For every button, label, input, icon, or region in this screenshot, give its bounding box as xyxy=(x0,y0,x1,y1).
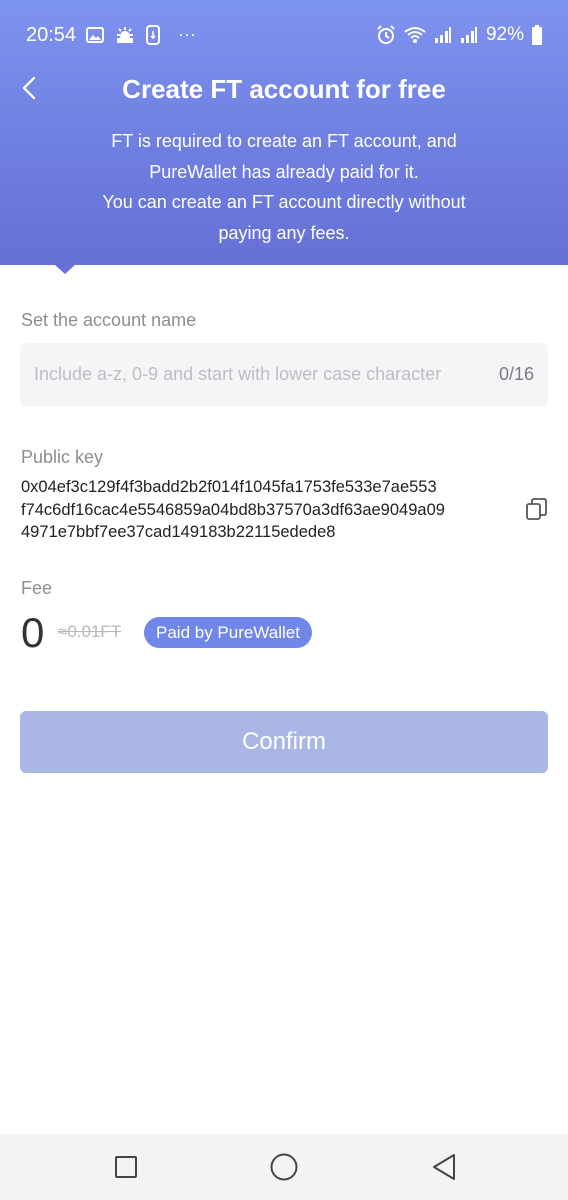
signal-icon xyxy=(460,26,478,44)
nav-back-button[interactable] xyxy=(429,1152,459,1182)
recent-apps-button[interactable] xyxy=(111,1152,141,1182)
public-key-line: 0x04ef3c129f4f3badd2b2f014f1045fa1753fe5… xyxy=(21,478,437,496)
account-name-field: 0/16 xyxy=(20,343,548,406)
recent-apps-icon xyxy=(115,1156,137,1178)
screen-record-icon xyxy=(146,24,160,45)
fee-label: Fee xyxy=(21,578,53,598)
status-left-icons: ··· xyxy=(86,24,196,45)
weather-icon xyxy=(114,26,136,44)
header-description: FT is required to create an FT account, … xyxy=(40,126,528,248)
status-right-icons: 92% xyxy=(376,24,542,46)
more-indicator: ··· xyxy=(178,24,196,44)
public-key-line: 4971e7bbf7ee37cad149183b22115edede8 xyxy=(21,523,336,541)
paid-by-badge: Paid by PureWallet xyxy=(144,617,312,648)
public-key-label: Public key xyxy=(21,447,104,467)
public-key-value: 0x04ef3c129f4f3badd2b2f014f1045fa1753fe5… xyxy=(21,476,516,544)
copy-public-key-button[interactable] xyxy=(524,497,548,521)
status-time: 20:54 xyxy=(26,24,77,46)
confirm-button[interactable]: Confirm xyxy=(20,711,548,773)
alarm-icon xyxy=(376,25,396,45)
image-icon xyxy=(86,26,104,43)
battery-percent: 92% xyxy=(485,24,524,45)
header-pointer xyxy=(54,264,76,274)
battery-icon xyxy=(532,25,542,45)
description-line: FT is required to create an FT account, … xyxy=(111,131,457,151)
signal-icon xyxy=(434,26,452,44)
description-line: PureWallet has already paid for it. xyxy=(149,161,419,182)
home-icon xyxy=(270,1153,298,1181)
fee-amount: 0 xyxy=(21,609,45,656)
page-title: Create FT account for free xyxy=(122,74,446,104)
home-button[interactable] xyxy=(269,1152,299,1182)
copy-icon xyxy=(526,498,547,520)
account-name-input[interactable] xyxy=(34,343,494,406)
description-line: paying any fees. xyxy=(218,222,350,243)
system-nav-bar xyxy=(0,1134,568,1200)
public-key-line: f74c6df16cac4e5546859a04bd8b37570a3df63a… xyxy=(21,500,445,519)
back-icon xyxy=(433,1154,455,1180)
status-bar: 20:54 ··· 92% xyxy=(0,18,568,54)
fee-original-amount: ≈0.01FT xyxy=(58,622,122,641)
account-name-label: Set the account name xyxy=(21,310,197,330)
wifi-icon xyxy=(404,26,426,44)
description-line: You can create an FT account directly wi… xyxy=(102,192,466,212)
header-banner: 20:54 ··· 92% Create FT account for free… xyxy=(0,0,568,265)
character-counter: 0/16 xyxy=(498,364,534,384)
